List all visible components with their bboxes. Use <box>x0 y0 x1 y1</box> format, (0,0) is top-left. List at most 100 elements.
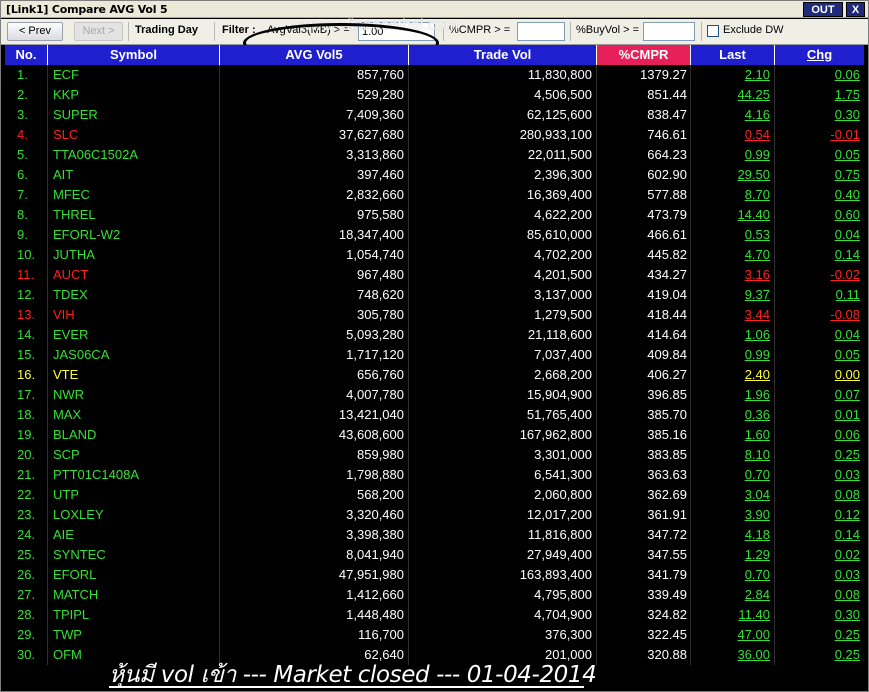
table-row[interactable]: 25. SYNTEC 8,041,940 27,949,400 347.55 1.29 0.… <box>5 545 864 565</box>
col-header-avg-vol5[interactable]: AVG Vol5 <box>220 45 409 65</box>
symbol-cell[interactable]: ECF <box>48 65 220 85</box>
table-row[interactable]: 22. UTP 568,200 2,060,800 362.69 3.04 0.08 <box>5 485 864 505</box>
change-link[interactable]: 0.25 <box>775 445 864 465</box>
symbol-cell[interactable]: THREL <box>48 205 220 225</box>
last-price-link[interactable]: 11.40 <box>691 605 775 625</box>
table-row[interactable]: 17. NWR 4,007,780 15,904,900 396.85 1.96 0.07 <box>5 385 864 405</box>
table-row[interactable]: 1. ECF 857,760 11,830,800 1379.27 2.10 0.06 <box>5 65 864 85</box>
last-price-link[interactable]: 1.96 <box>691 385 775 405</box>
table-row[interactable]: 16. VTE 656,760 2,668,200 406.27 2.40 0.00 <box>5 365 864 385</box>
col-header-chg[interactable]: Chg <box>775 45 864 65</box>
table-row[interactable]: 12. TDEX 748,620 3,137,000 419.04 9.37 0.11 <box>5 285 864 305</box>
symbol-cell[interactable]: SUPER <box>48 105 220 125</box>
symbol-cell[interactable]: SLC <box>48 125 220 145</box>
table-row[interactable]: 5. TTA06C1502A 3,313,860 22,011,500 664.23 0.… <box>5 145 864 165</box>
change-link[interactable]: -0.08 <box>775 305 864 325</box>
change-link[interactable]: 0.12 <box>775 505 864 525</box>
last-price-link[interactable]: 9.37 <box>691 285 775 305</box>
last-price-link[interactable]: 0.99 <box>691 345 775 365</box>
change-link[interactable]: 0.08 <box>775 485 864 505</box>
table-row[interactable]: 4. SLC 37,627,680 280,933,100 746.61 0.54 -0.0… <box>5 125 864 145</box>
buyvol-input[interactable] <box>643 22 695 41</box>
table-row[interactable]: 18. MAX 13,421,040 51,765,400 385.70 0.36 0.01 <box>5 405 864 425</box>
table-row[interactable]: 7. MFEC 2,832,660 16,369,400 577.88 8.70 0.40 <box>5 185 864 205</box>
last-price-link[interactable]: 0.53 <box>691 225 775 245</box>
col-header-symbol[interactable]: Symbol <box>48 45 220 65</box>
cmpr-input[interactable] <box>517 22 565 41</box>
table-row[interactable]: 19. BLAND 43,608,600 167,962,800 385.16 1.60 0… <box>5 425 864 445</box>
change-link[interactable]: 0.08 <box>775 585 864 605</box>
table-row[interactable]: 21. PTT01C1408A 1,798,880 6,541,300 363.63 0.… <box>5 465 864 485</box>
symbol-cell[interactable]: TDEX <box>48 285 220 305</box>
last-price-link[interactable]: 8.70 <box>691 185 775 205</box>
symbol-cell[interactable]: JAS06CA <box>48 345 220 365</box>
last-price-link[interactable]: 3.90 <box>691 505 775 525</box>
change-link[interactable]: 0.06 <box>775 425 864 445</box>
symbol-cell[interactable]: AIT <box>48 165 220 185</box>
symbol-cell[interactable]: EVER <box>48 325 220 345</box>
table-row[interactable]: 26. EFORL 47,951,980 163,893,400 341.79 0.70 0… <box>5 565 864 585</box>
change-link[interactable]: 0.07 <box>775 385 864 405</box>
table-row[interactable]: 20. SCP 859,980 3,301,000 383.85 8.10 0.25 <box>5 445 864 465</box>
col-header-trade-vol[interactable]: Trade Vol <box>409 45 597 65</box>
out-button[interactable]: OUT <box>803 2 843 17</box>
last-price-link[interactable]: 0.70 <box>691 565 775 585</box>
change-link[interactable]: 1.75 <box>775 85 864 105</box>
symbol-cell[interactable]: JUTHA <box>48 245 220 265</box>
last-price-link[interactable]: 3.16 <box>691 265 775 285</box>
symbol-cell[interactable]: VTE <box>48 365 220 385</box>
symbol-cell[interactable]: UTP <box>48 485 220 505</box>
last-price-link[interactable]: 0.70 <box>691 465 775 485</box>
last-price-link[interactable]: 3.44 <box>691 305 775 325</box>
symbol-cell[interactable]: SYNTEC <box>48 545 220 565</box>
table-row[interactable]: 11. AUCT 967,480 4,201,500 434.27 3.16 -0.02 <box>5 265 864 285</box>
change-link[interactable]: 0.40 <box>775 185 864 205</box>
symbol-cell[interactable]: MAX <box>48 405 220 425</box>
symbol-cell[interactable]: MATCH <box>48 585 220 605</box>
last-price-link[interactable]: 4.18 <box>691 525 775 545</box>
table-row[interactable]: 9. EFORL-W2 18,347,400 85,610,000 466.61 0.53… <box>5 225 864 245</box>
table-row[interactable]: 15. JAS06CA 1,717,120 7,037,400 409.84 0.99 0.… <box>5 345 864 365</box>
change-link[interactable]: -0.01 <box>775 125 864 145</box>
change-link[interactable]: 0.03 <box>775 565 864 585</box>
symbol-cell[interactable]: AUCT <box>48 265 220 285</box>
table-row[interactable]: 27. MATCH 1,412,660 4,795,800 339.49 2.84 0.08 <box>5 585 864 605</box>
symbol-cell[interactable]: BLAND <box>48 425 220 445</box>
symbol-cell[interactable]: TPIPL <box>48 605 220 625</box>
change-link[interactable]: 0.05 <box>775 145 864 165</box>
col-header-cmpr[interactable]: %CMPR <box>597 45 691 65</box>
last-price-link[interactable]: 8.10 <box>691 445 775 465</box>
last-price-link[interactable]: 0.36 <box>691 405 775 425</box>
symbol-cell[interactable]: LOXLEY <box>48 505 220 525</box>
last-price-link[interactable]: 2.10 <box>691 65 775 85</box>
symbol-cell[interactable]: PTT01C1408A <box>48 465 220 485</box>
prev-button[interactable]: < Prev <box>7 22 63 41</box>
last-price-link[interactable]: 36.00 <box>691 645 775 665</box>
last-price-link[interactable]: 14.40 <box>691 205 775 225</box>
last-price-link[interactable]: 1.60 <box>691 425 775 445</box>
table-row[interactable]: 8. THREL 975,580 4,622,200 473.79 14.40 0.60 <box>5 205 864 225</box>
change-link[interactable]: 0.02 <box>775 545 864 565</box>
last-price-link[interactable]: 44.25 <box>691 85 775 105</box>
last-price-link[interactable]: 3.04 <box>691 485 775 505</box>
symbol-cell[interactable]: TWP <box>48 625 220 645</box>
last-price-link[interactable]: 47.00 <box>691 625 775 645</box>
last-price-link[interactable]: 1.29 <box>691 545 775 565</box>
last-price-link[interactable]: 1.06 <box>691 325 775 345</box>
change-link[interactable]: 0.14 <box>775 245 864 265</box>
table-row[interactable]: 2. KKP 529,280 4,506,500 851.44 44.25 1.75 <box>5 85 864 105</box>
last-price-link[interactable]: 4.16 <box>691 105 775 125</box>
table-row[interactable]: 14. EVER 5,093,280 21,118,600 414.64 1.06 0.04 <box>5 325 864 345</box>
change-link[interactable]: 0.30 <box>775 605 864 625</box>
symbol-cell[interactable]: KKP <box>48 85 220 105</box>
table-row[interactable]: 3. SUPER 7,409,360 62,125,600 838.47 4.16 0.30 <box>5 105 864 125</box>
change-link[interactable]: 0.75 <box>775 165 864 185</box>
change-link[interactable]: 0.05 <box>775 345 864 365</box>
change-link[interactable]: 0.25 <box>775 645 864 665</box>
last-price-link[interactable]: 2.84 <box>691 585 775 605</box>
symbol-cell[interactable]: MFEC <box>48 185 220 205</box>
change-link[interactable]: 0.25 <box>775 625 864 645</box>
symbol-cell[interactable]: NWR <box>48 385 220 405</box>
table-row[interactable]: 24. AIE 3,398,380 11,816,800 347.72 4.18 0.14 <box>5 525 864 545</box>
change-link[interactable]: 0.30 <box>775 105 864 125</box>
